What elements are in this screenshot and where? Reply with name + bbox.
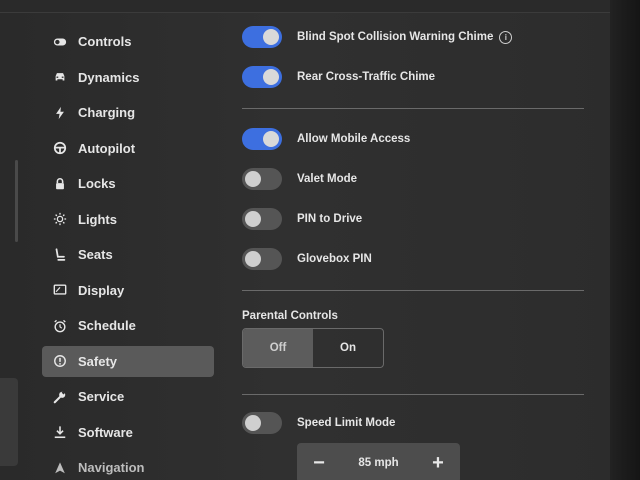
mobile-access-row: Allow Mobile Access bbox=[242, 127, 410, 151]
info-icon[interactable]: i bbox=[499, 30, 513, 44]
scroll-indicator[interactable] bbox=[15, 160, 18, 242]
sidebar-item-seats[interactable]: Seats bbox=[42, 239, 214, 270]
sidebar-item-safety[interactable]: Safety bbox=[42, 345, 214, 377]
pin-to-drive-label: PIN to Drive bbox=[297, 213, 363, 225]
left-panel-edge bbox=[0, 378, 18, 466]
parental-controls-on[interactable]: On bbox=[313, 329, 383, 367]
sidebar-item-label: Charging bbox=[78, 105, 136, 120]
increase-speed-button[interactable]: + bbox=[428, 453, 448, 473]
mobile-access-label: Allow Mobile Access bbox=[297, 133, 411, 145]
seat-icon bbox=[52, 247, 68, 263]
sidebar-item-label: Seats bbox=[78, 247, 113, 262]
settings-screen: Controls Dynamics Charging Autopilot Loc… bbox=[0, 0, 640, 480]
steering-wheel-icon bbox=[52, 140, 68, 156]
sidebar-item-label: Display bbox=[78, 282, 125, 298]
mobile-access-toggle[interactable] bbox=[242, 128, 282, 150]
parental-controls-segmented: Off On bbox=[242, 328, 384, 368]
sidebar-item-label: Navigation bbox=[78, 460, 145, 475]
toggle-knob bbox=[245, 415, 261, 431]
display-icon bbox=[52, 282, 68, 298]
toggle-knob bbox=[245, 251, 261, 267]
blind-spot-chime-row: Blind Spot Collision Warning Chime i bbox=[242, 25, 513, 49]
sidebar-item-label: Software bbox=[78, 424, 133, 440]
section-divider bbox=[242, 394, 584, 395]
lock-icon bbox=[52, 176, 68, 192]
sidebar-item-label: Schedule bbox=[78, 318, 136, 333]
sidebar-item-schedule[interactable]: Schedule bbox=[42, 310, 214, 341]
glovebox-pin-toggle[interactable] bbox=[242, 248, 282, 270]
lightning-icon bbox=[52, 105, 68, 121]
glovebox-pin-label: Glovebox PIN bbox=[297, 253, 372, 265]
section-divider bbox=[242, 290, 584, 291]
sidebar-item-service[interactable]: Service bbox=[42, 381, 214, 412]
valet-mode-label: Valet Mode bbox=[297, 173, 358, 185]
toggle-knob bbox=[245, 211, 261, 227]
sidebar-item-controls[interactable]: Controls bbox=[42, 26, 214, 57]
download-icon bbox=[52, 424, 68, 440]
sidebar-item-label: Service bbox=[78, 389, 125, 404]
pin-to-drive-row: PIN to Drive bbox=[242, 207, 362, 231]
sidebar-item-label: Dynamics bbox=[78, 69, 140, 85]
sidebar-item-display[interactable]: Display bbox=[42, 275, 214, 306]
blind-spot-chime-label: Blind Spot Collision Warning Chime bbox=[297, 31, 494, 43]
valet-mode-row: Valet Mode bbox=[242, 167, 357, 191]
pin-to-drive-toggle[interactable] bbox=[242, 208, 282, 230]
sidebar-item-navigation[interactable]: Navigation bbox=[42, 452, 214, 480]
rear-cross-traffic-label: Rear Cross-Traffic Chime bbox=[297, 71, 436, 83]
decrease-speed-button[interactable]: − bbox=[309, 453, 329, 473]
safety-settings-panel: Blind Spot Collision Warning Chime i Rea… bbox=[242, 0, 584, 480]
sidebar-item-label: Lights bbox=[78, 211, 117, 227]
sidebar-item-lights[interactable]: Lights bbox=[42, 204, 214, 235]
sidebar-item-label: Controls bbox=[78, 34, 132, 49]
toggle-knob bbox=[245, 171, 261, 187]
settings-sidebar: Controls Dynamics Charging Autopilot Loc… bbox=[42, 26, 214, 480]
sun-icon bbox=[52, 211, 68, 227]
parental-controls-title: Parental Controls bbox=[242, 310, 338, 322]
alarm-clock-icon bbox=[52, 318, 68, 334]
toggle-icon bbox=[52, 34, 68, 50]
right-bezel bbox=[610, 0, 640, 480]
rear-cross-traffic-toggle[interactable] bbox=[242, 66, 282, 88]
parental-controls-off[interactable]: Off bbox=[243, 329, 313, 367]
speed-limit-stepper: − 85 mph + bbox=[297, 443, 460, 480]
sidebar-item-dynamics[interactable]: Dynamics bbox=[42, 62, 214, 93]
section-divider bbox=[242, 108, 584, 109]
speed-limit-toggle[interactable] bbox=[242, 412, 282, 434]
speed-limit-label: Speed Limit Mode bbox=[297, 417, 396, 429]
alert-circle-icon bbox=[52, 353, 68, 369]
sidebar-item-label: Safety bbox=[78, 353, 118, 369]
valet-mode-toggle[interactable] bbox=[242, 168, 282, 190]
sidebar-item-label: Autopilot bbox=[78, 140, 136, 156]
speed-limit-row: Speed Limit Mode bbox=[242, 411, 395, 435]
sidebar-item-autopilot[interactable]: Autopilot bbox=[42, 133, 214, 164]
wrench-icon bbox=[52, 389, 68, 405]
car-icon bbox=[52, 69, 68, 85]
toggle-knob bbox=[263, 69, 279, 85]
sidebar-item-locks[interactable]: Locks bbox=[42, 168, 214, 199]
sidebar-item-label: Locks bbox=[78, 176, 116, 191]
blind-spot-chime-toggle[interactable] bbox=[242, 26, 282, 48]
sidebar-item-software[interactable]: Software bbox=[42, 417, 214, 448]
toggle-knob bbox=[263, 131, 279, 147]
navigation-arrow-icon bbox=[52, 460, 68, 476]
speed-limit-value: 85 mph bbox=[358, 457, 399, 469]
rear-cross-traffic-row: Rear Cross-Traffic Chime bbox=[242, 65, 435, 89]
glovebox-pin-row: Glovebox PIN bbox=[242, 247, 372, 271]
sidebar-item-charging[interactable]: Charging bbox=[42, 97, 214, 128]
toggle-knob bbox=[263, 29, 279, 45]
